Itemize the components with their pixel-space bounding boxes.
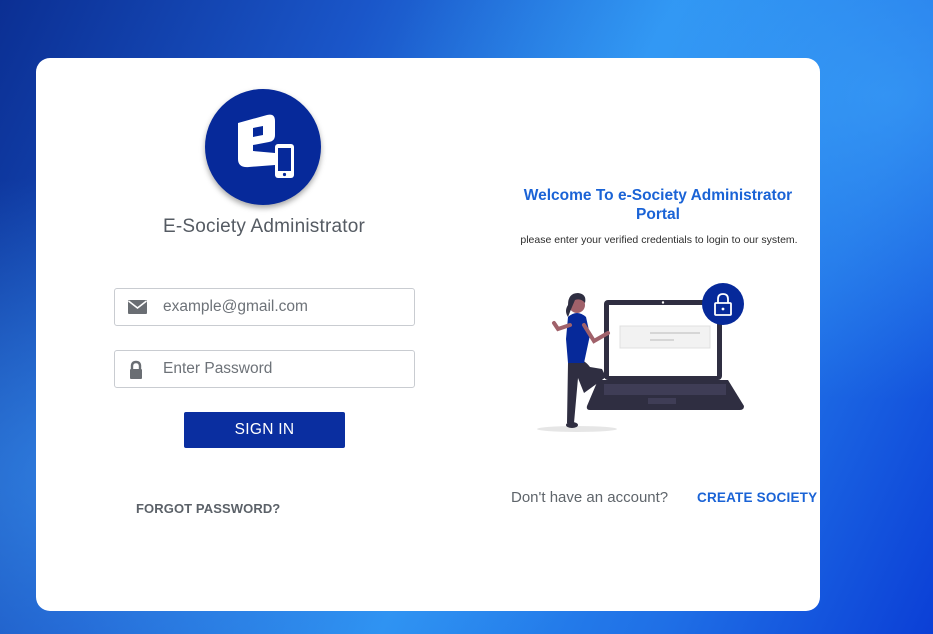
envelope-icon — [115, 289, 159, 325]
welcome-subtitle: please enter your verified credentials t… — [520, 234, 798, 246]
sign-in-button[interactable]: SIGN IN — [184, 412, 345, 448]
woman-with-laptop-lock-illustration — [532, 283, 762, 443]
email-field[interactable] — [114, 288, 415, 326]
app-title: E-Society Administrator — [162, 216, 366, 237]
e-society-logo-icon — [205, 89, 321, 205]
welcome-heading: Welcome To e-Society Administrator Porta… — [523, 187, 793, 223]
email-input[interactable] — [163, 289, 403, 325]
forgot-password-link[interactable]: FORGOT PASSWORD? — [136, 501, 280, 516]
lock-icon — [115, 351, 159, 387]
create-society-link[interactable]: CREATE SOCIETY — [697, 490, 817, 505]
password-input[interactable] — [163, 351, 403, 387]
login-card: E-Society Administrator SIGN IN FORGOT P… — [36, 58, 820, 611]
no-account-prompt: Don't have an account? — [511, 489, 669, 506]
password-field[interactable] — [114, 350, 415, 388]
